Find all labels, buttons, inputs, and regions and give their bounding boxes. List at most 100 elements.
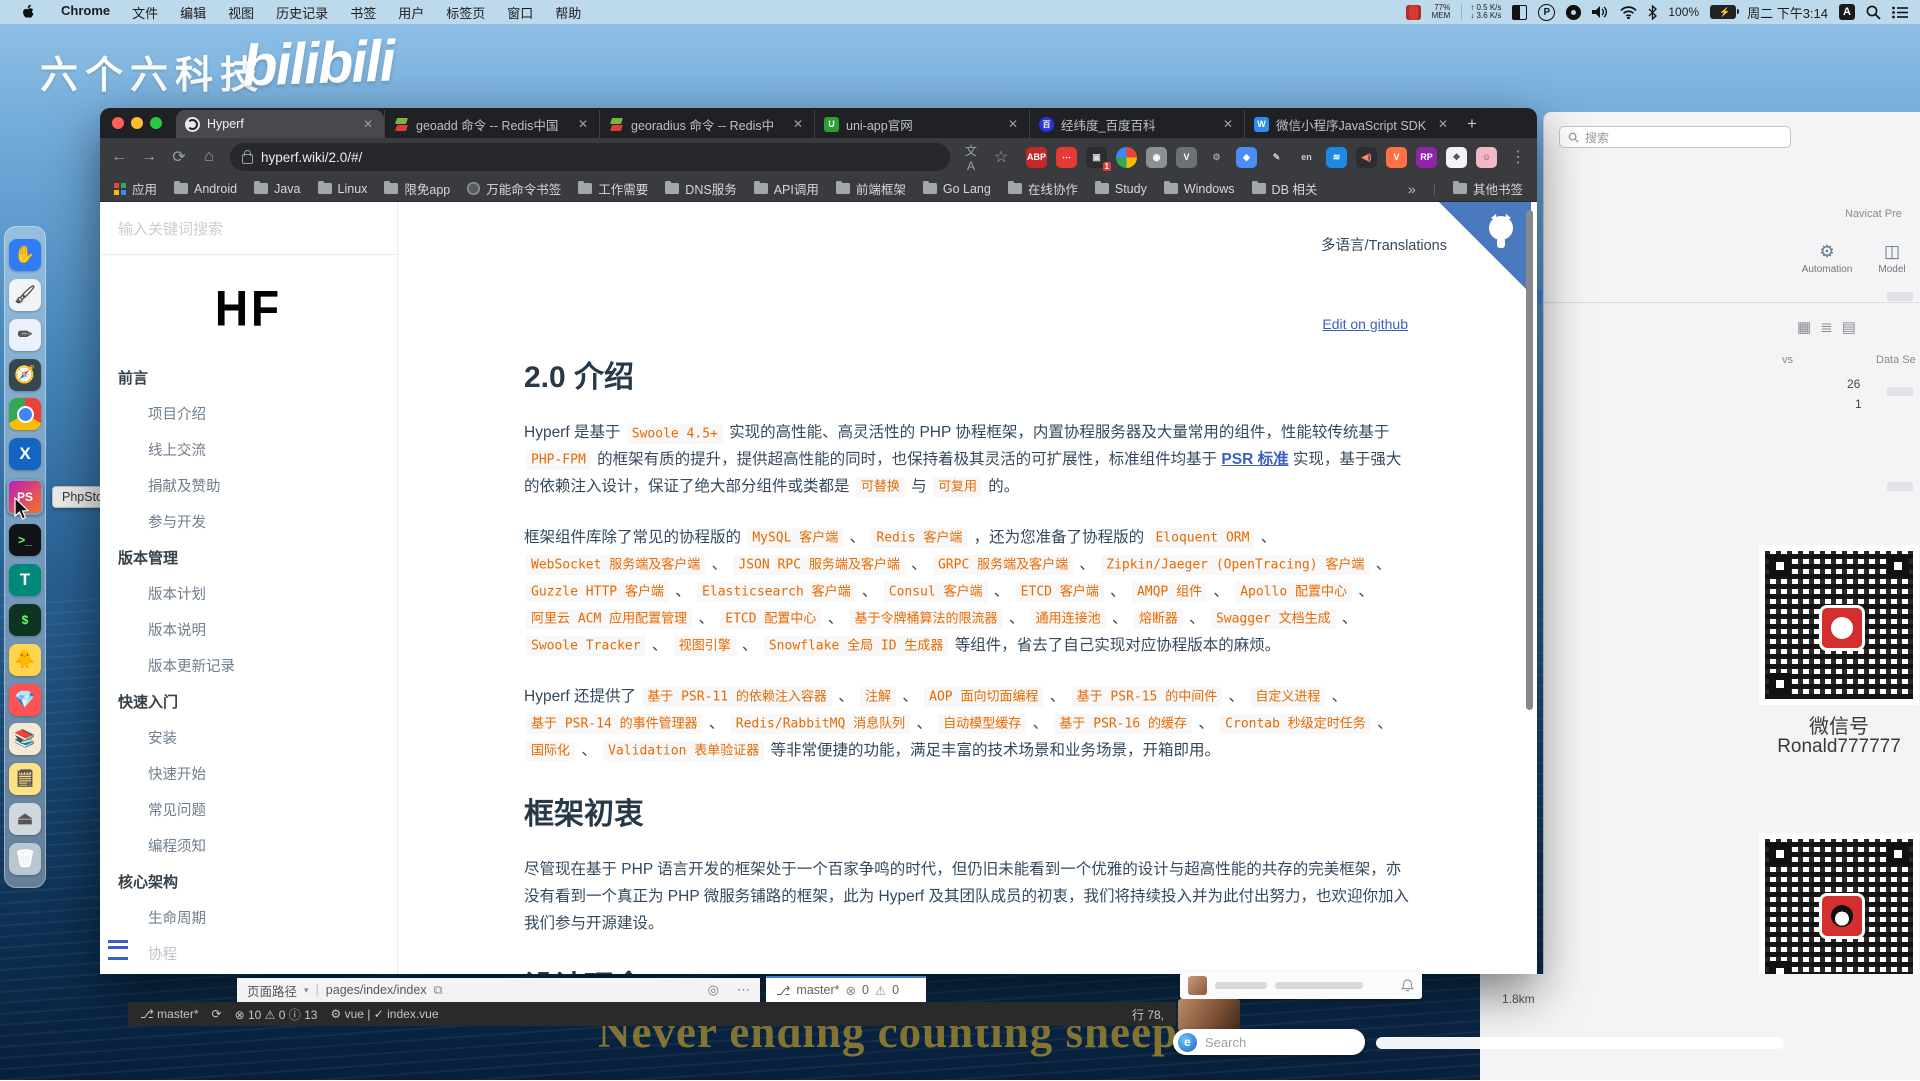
menu-clock[interactable]: 周二 下午3:14 bbox=[1747, 3, 1828, 22]
sidebar-item[interactable]: 生命周期 bbox=[100, 901, 397, 937]
bookmark-item[interactable]: 前端框架 bbox=[836, 179, 906, 198]
spotlight-search-icon[interactable] bbox=[1866, 5, 1881, 20]
other-bookmarks[interactable]: 其他书签 bbox=[1453, 179, 1523, 198]
bookmark-item[interactable]: 应用 bbox=[114, 179, 157, 198]
sidebar-item[interactable]: 协程 bbox=[100, 937, 397, 973]
input-method-icon[interactable]: A bbox=[1839, 4, 1855, 20]
books-app-icon[interactable]: 📚 bbox=[9, 723, 41, 755]
translate-icon[interactable]: 文A bbox=[962, 142, 980, 173]
back-button[interactable]: ← bbox=[110, 148, 128, 166]
sync-icon[interactable]: ⟳ bbox=[212, 1007, 222, 1021]
sidebar-item[interactable]: 版本计划 bbox=[100, 577, 397, 613]
menu-item-4[interactable]: 历史记录 bbox=[265, 3, 339, 22]
trash-icon[interactable]: 🗑 bbox=[9, 843, 41, 875]
address-bar[interactable]: hyperf.wiki/2.0/#/ bbox=[230, 143, 950, 171]
chrome-app-icon[interactable] bbox=[9, 398, 41, 430]
url-text[interactable]: hyperf.wiki/2.0/#/ bbox=[261, 150, 362, 165]
navicat-model-tool[interactable]: ◫ Model bbox=[1866, 242, 1918, 275]
bookmark-item[interactable]: Linux bbox=[318, 182, 368, 196]
forward-button[interactable]: → bbox=[140, 148, 158, 166]
sketch-app-icon[interactable]: 💎 bbox=[9, 684, 41, 716]
tab-close-icon[interactable]: ✕ bbox=[1436, 117, 1450, 131]
sidebar-item[interactable]: 快速入门 bbox=[100, 685, 397, 721]
drop-icon[interactable]: ◆ bbox=[1236, 147, 1257, 168]
tab-close-icon[interactable]: ✕ bbox=[1221, 117, 1235, 131]
sidebar-item[interactable]: 参与开发 bbox=[100, 505, 397, 541]
sidebar-item[interactable]: 编程须知 bbox=[100, 829, 397, 865]
menu-item-5[interactable]: 书签 bbox=[339, 3, 387, 22]
tab-close-icon[interactable]: ✕ bbox=[576, 117, 590, 131]
sidebar-item[interactable]: 常见问题 bbox=[100, 793, 397, 829]
menu-item-2[interactable]: 编辑 bbox=[169, 3, 217, 22]
maximize-window-button[interactable] bbox=[150, 117, 162, 129]
sidebar-item[interactable]: 版本管理 bbox=[100, 541, 397, 577]
shield-icon[interactable]: ≋ bbox=[1326, 147, 1347, 168]
menu-item-6[interactable]: 用户 bbox=[387, 3, 435, 22]
window-layout-icon[interactable] bbox=[1512, 5, 1527, 20]
menu-item-3[interactable]: 视图 bbox=[217, 3, 265, 22]
screenshot-icon[interactable]: ▣1 bbox=[1086, 147, 1107, 168]
menu-item-1[interactable]: 文件 bbox=[121, 3, 169, 22]
menu-item-chrome[interactable]: Chrome bbox=[50, 3, 121, 22]
menu-item-8[interactable]: 窗口 bbox=[496, 3, 544, 22]
sidebar-item[interactable]: 安装 bbox=[100, 721, 397, 757]
bookmark-item[interactable]: Android bbox=[174, 182, 237, 196]
sidebar-item[interactable]: 版本更新记录 bbox=[100, 649, 397, 685]
scrollbar[interactable] bbox=[1526, 210, 1533, 710]
sidebar-item[interactable]: 核心架构 bbox=[100, 865, 397, 901]
github-corner-icon[interactable] bbox=[1439, 202, 1531, 294]
shell-app-icon[interactable]: $ bbox=[9, 604, 41, 636]
view-mode-icons[interactable]: ▦≣▤ bbox=[1797, 318, 1865, 336]
new-tab-button[interactable]: + bbox=[1459, 110, 1485, 138]
sidebar-item[interactable]: 快速开始 bbox=[100, 757, 397, 793]
bookmark-item[interactable]: DNS服务 bbox=[665, 179, 736, 198]
cursor-position[interactable]: 行 78, bbox=[1132, 1006, 1164, 1023]
hand-app-icon[interactable]: ✋ bbox=[9, 239, 41, 271]
bookmark-item[interactable]: Go Lang bbox=[923, 182, 991, 196]
bookmark-item[interactable]: Study bbox=[1095, 182, 1147, 196]
notification-list-icon[interactable] bbox=[1892, 6, 1908, 19]
copy-icon[interactable]: ⧉ bbox=[434, 983, 443, 998]
bluetooth-icon[interactable] bbox=[1648, 5, 1657, 20]
sidebar-item[interactable]: 项目介绍 bbox=[100, 397, 397, 433]
navicat-automation-tool[interactable]: ⚙ Automation bbox=[1796, 242, 1858, 275]
browser-tab[interactable]: geoadd 命令 -- Redis中国✕ bbox=[384, 110, 599, 138]
volume-icon[interactable] bbox=[1592, 5, 1609, 19]
inline-link[interactable]: PSR 标准 bbox=[1221, 451, 1288, 468]
breadcrumb-label[interactable]: 页面路径 bbox=[247, 981, 297, 1000]
home-button[interactable]: ⌂ bbox=[200, 148, 218, 166]
red-dots-icon[interactable]: ⋯ bbox=[1056, 147, 1077, 168]
browser-tab[interactable]: 百经纬度_百度百科✕ bbox=[1029, 110, 1244, 138]
preview-icon[interactable]: ◎ bbox=[708, 982, 719, 998]
v-gray-icon[interactable]: V bbox=[1176, 147, 1197, 168]
minimize-window-button[interactable] bbox=[131, 117, 143, 129]
memory-indicator[interactable]: 77%MEM bbox=[1432, 4, 1451, 20]
lock-icon[interactable] bbox=[242, 154, 253, 164]
pinwheel-icon[interactable] bbox=[1116, 147, 1137, 168]
bell-icon[interactable] bbox=[1401, 979, 1414, 993]
close-window-button[interactable] bbox=[112, 117, 124, 129]
bookmarks-overflow-icon[interactable]: » bbox=[1408, 181, 1416, 197]
edit-on-github-link[interactable]: Edit on github bbox=[1322, 316, 1408, 332]
sidebar-item[interactable]: 前言 bbox=[100, 361, 397, 397]
avatar[interactable]: ☺ bbox=[1476, 147, 1497, 168]
sidebar-item[interactable]: 捐献及赞助 bbox=[100, 469, 397, 505]
rp-icon[interactable]: RP bbox=[1416, 147, 1437, 168]
docs-search-input[interactable]: 输入关键词搜索 bbox=[100, 202, 397, 255]
lang-mode[interactable]: ⚙ vue | ✓ index.vue bbox=[330, 1007, 438, 1021]
browser-tab[interactable]: Hyperf✕ bbox=[176, 110, 384, 138]
apple-icon[interactable] bbox=[20, 4, 36, 20]
wifi-icon[interactable] bbox=[1620, 6, 1637, 19]
duck-app-icon[interactable]: 🐥 bbox=[9, 644, 41, 676]
camera-icon[interactable]: ◉ bbox=[1146, 147, 1167, 168]
tab-close-icon[interactable]: ✕ bbox=[1006, 117, 1020, 131]
media-statusbar-icon[interactable] bbox=[1406, 5, 1421, 20]
gear-icon[interactable]: ⚙ bbox=[1206, 147, 1227, 168]
more-icon[interactable]: ⋯ bbox=[737, 982, 750, 998]
bookmark-item[interactable]: 工作需要 bbox=[578, 179, 648, 198]
pencil-app-icon[interactable]: ✏ bbox=[9, 319, 41, 351]
translate-en-icon[interactable]: en bbox=[1296, 147, 1317, 168]
tab-close-icon[interactable]: ✕ bbox=[361, 117, 375, 131]
menu-item-7[interactable]: 标签页 bbox=[435, 3, 496, 22]
bookmark-star-icon[interactable]: ☆ bbox=[992, 147, 1010, 167]
